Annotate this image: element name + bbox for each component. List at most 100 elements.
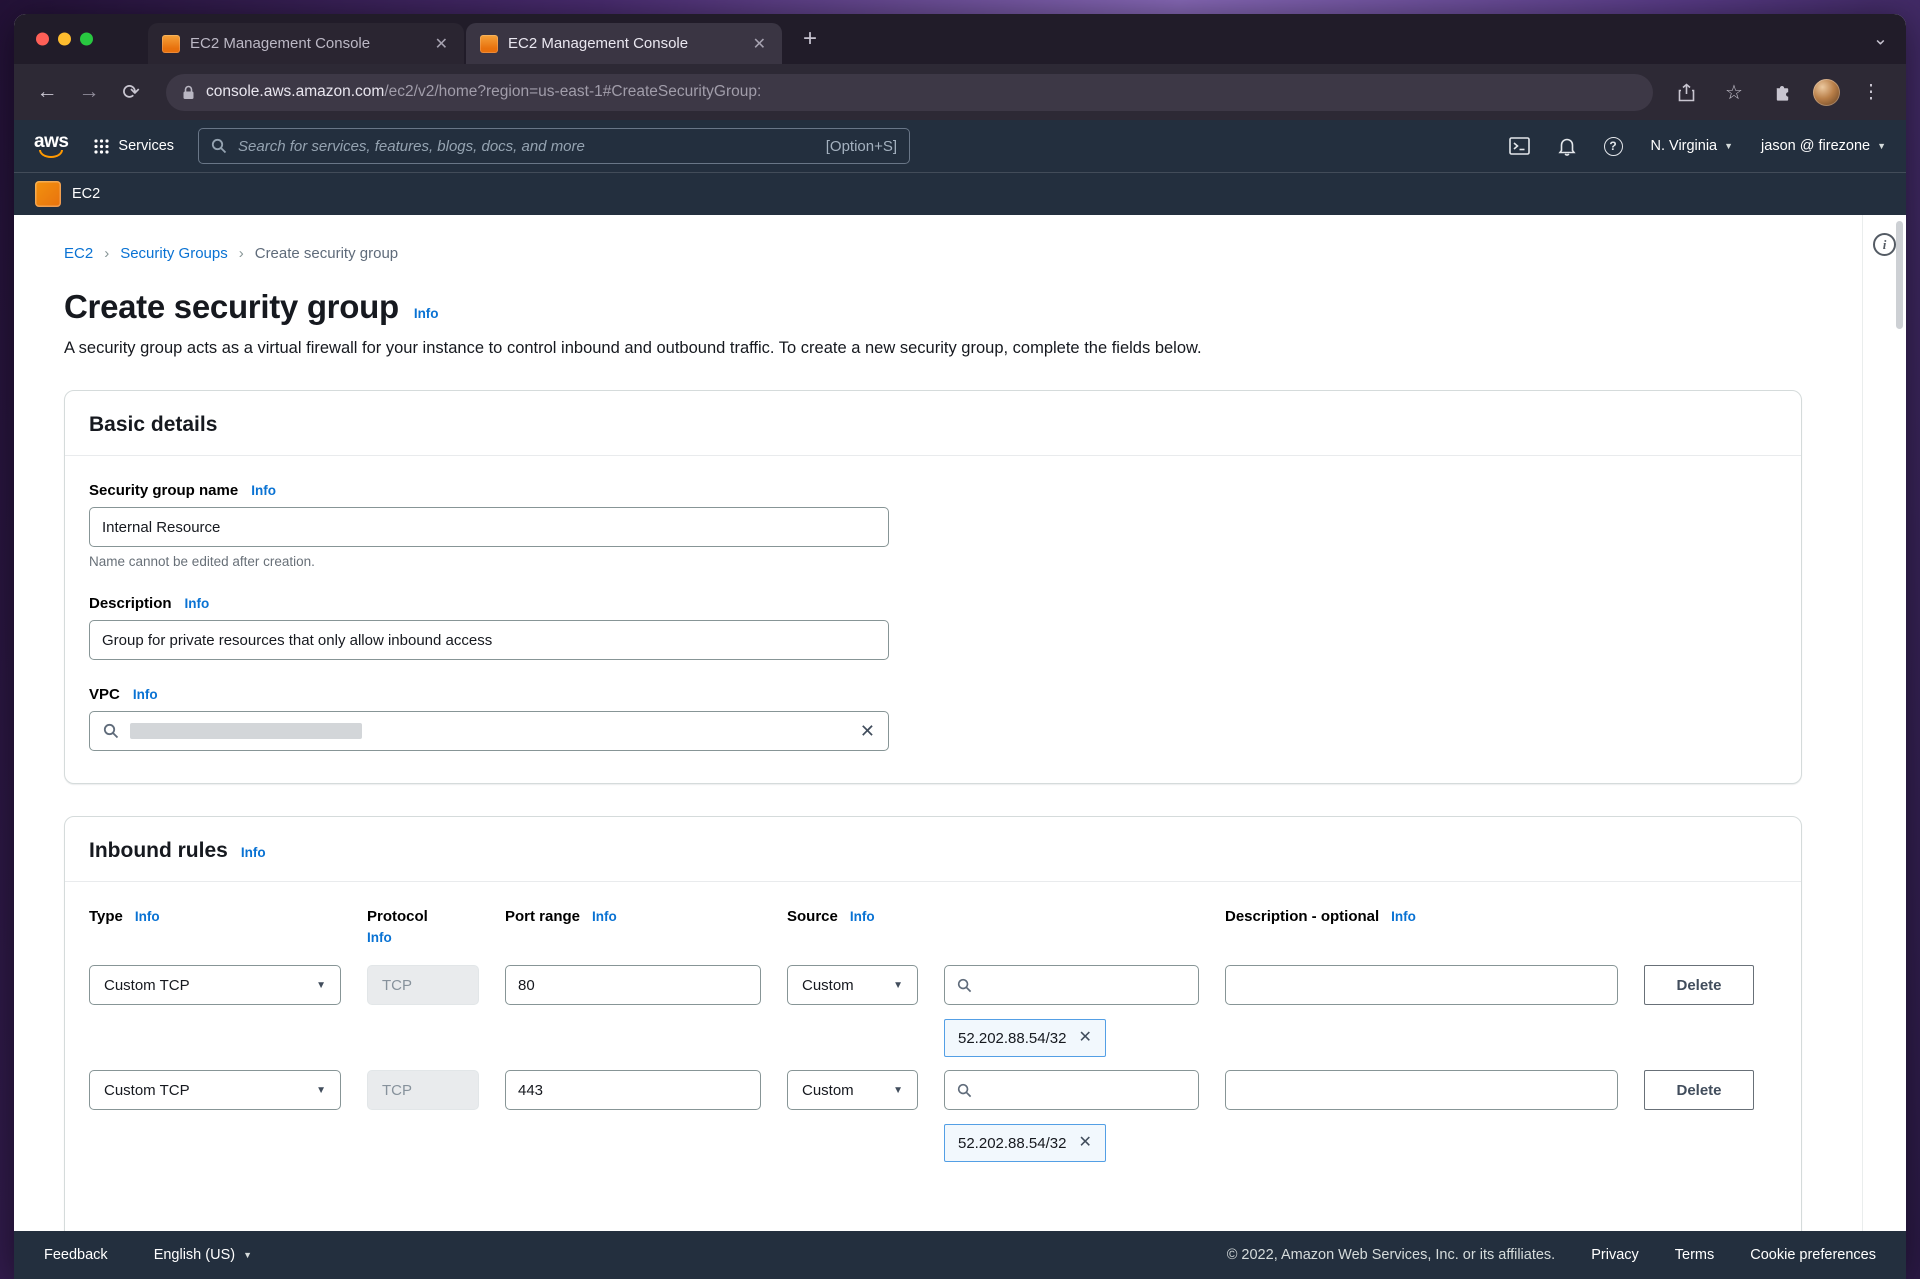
ec2-service-icon[interactable]	[35, 181, 61, 207]
privacy-link[interactable]: Privacy	[1591, 1247, 1639, 1263]
search-icon	[957, 978, 972, 993]
type-info-link[interactable]: Info	[135, 909, 160, 924]
rule-description-input[interactable]	[1225, 965, 1618, 1005]
ec2-service-label[interactable]: EC2	[72, 186, 100, 202]
tab-close-icon[interactable]: ✕	[429, 32, 454, 56]
tools-panel-rail: i	[1862, 215, 1906, 1231]
region-selector[interactable]: N. Virginia ▼	[1651, 138, 1734, 154]
terms-link[interactable]: Terms	[1675, 1247, 1714, 1263]
tab-title: EC2 Management Console	[508, 35, 737, 52]
aws-logo[interactable]: aws	[34, 134, 68, 158]
delete-rule-button[interactable]: Delete	[1644, 965, 1754, 1005]
basic-details-title: Basic details	[89, 413, 217, 437]
delete-rule-button[interactable]: Delete	[1644, 1070, 1754, 1110]
zoom-window-button[interactable]	[80, 33, 93, 46]
browser-menu-kebab-icon[interactable]: ⋮	[1854, 75, 1888, 109]
column-label: Source	[787, 908, 838, 925]
console-search-input[interactable]	[238, 138, 815, 155]
inbound-rules-header: Inbound rules Info	[65, 817, 1801, 882]
vpc-info-link[interactable]: Info	[133, 687, 158, 702]
type-select[interactable]: Custom TCP ▼	[89, 965, 341, 1005]
description-label: Description Info	[89, 595, 1777, 612]
description-info-link[interactable]: Info	[185, 596, 210, 611]
url-domain: console.aws.amazon.com	[206, 83, 384, 100]
search-icon	[103, 723, 119, 739]
column-label: Protocol	[367, 908, 428, 925]
forward-button[interactable]: →	[70, 73, 108, 111]
breadcrumb-separator-icon: ›	[104, 245, 109, 262]
remove-token-icon[interactable]: ✕	[1078, 1135, 1091, 1151]
page-description: A security group acts as a virtual firew…	[64, 339, 1802, 358]
basic-details-card: Basic details Security group name Info N…	[64, 390, 1802, 784]
services-menu-button[interactable]: Services	[90, 132, 178, 160]
console-search[interactable]: [Option+S]	[198, 128, 910, 164]
port-range-input[interactable]	[505, 1070, 761, 1110]
field-label-text: VPC	[89, 686, 120, 703]
reload-button[interactable]: ⟳	[112, 73, 150, 111]
source-cidr-input[interactable]	[982, 977, 1186, 994]
source-search-input[interactable]	[944, 965, 1199, 1005]
minimize-window-button[interactable]	[58, 33, 71, 46]
type-select-value: Custom TCP	[104, 977, 190, 994]
rules-column-headers: Type Info Protocol Info Port range Info	[89, 908, 1777, 945]
bookmark-star-icon[interactable]: ☆	[1717, 75, 1751, 109]
breadcrumb-link-ec2[interactable]: EC2	[64, 245, 93, 262]
protocol-info-link[interactable]: Info	[367, 930, 392, 945]
port-range-input[interactable]	[505, 965, 761, 1005]
tab-title: EC2 Management Console	[190, 35, 419, 52]
breadcrumb-link-security-groups[interactable]: Security Groups	[120, 245, 228, 262]
title-info-link[interactable]: Info	[414, 306, 439, 321]
inbound-rules-info-link[interactable]: Info	[241, 845, 266, 860]
aws-logo-text: aws	[34, 134, 68, 150]
source-cidr-input[interactable]	[982, 1082, 1186, 1099]
browser-tab-active[interactable]: EC2 Management Console ✕	[466, 23, 782, 64]
extensions-puzzle-icon[interactable]	[1765, 75, 1799, 109]
back-button[interactable]: ←	[28, 73, 66, 111]
chevron-down-icon: ▼	[1724, 141, 1733, 151]
security-group-name-label: Security group name Info	[89, 482, 1777, 499]
security-group-name-input[interactable]	[89, 507, 889, 547]
cookie-preferences-link[interactable]: Cookie preferences	[1750, 1247, 1876, 1263]
type-select[interactable]: Custom TCP ▼	[89, 1070, 341, 1110]
browser-tab-inactive[interactable]: EC2 Management Console ✕	[148, 23, 464, 64]
source-mode-select[interactable]: Custom ▼	[787, 1070, 918, 1110]
account-menu[interactable]: jason @ firezone ▼	[1761, 138, 1886, 154]
tab-close-icon[interactable]: ✕	[747, 32, 772, 56]
description-input[interactable]	[89, 620, 889, 660]
feedback-link[interactable]: Feedback	[44, 1247, 108, 1263]
name-info-link[interactable]: Info	[251, 483, 276, 498]
close-window-button[interactable]	[36, 33, 49, 46]
address-bar[interactable]: console.aws.amazon.com/ec2/v2/home?regio…	[166, 74, 1653, 111]
token-value: 52.202.88.54/32	[958, 1135, 1066, 1152]
help-icon[interactable]: ?	[1604, 137, 1623, 156]
name-helper-text: Name cannot be edited after creation.	[89, 554, 1777, 569]
source-search-input[interactable]	[944, 1070, 1199, 1110]
source-token-row: 52.202.88.54/32 ✕	[89, 1019, 1777, 1057]
vpc-clear-icon[interactable]: ✕	[860, 722, 875, 740]
source-mode-select[interactable]: Custom ▼	[787, 965, 918, 1005]
account-label: jason @ firezone	[1761, 138, 1870, 154]
basic-details-body: Security group name Info Name cannot be …	[65, 456, 1801, 783]
description-col-info-link[interactable]: Info	[1391, 909, 1416, 924]
nav-right-controls: ☆ ⋮	[1669, 75, 1892, 109]
cloudshell-terminal-icon[interactable]	[1509, 137, 1530, 155]
vpc-search-input[interactable]: ✕	[89, 711, 889, 751]
column-label: Description - optional	[1225, 908, 1379, 925]
scrollbar-thumb[interactable]	[1896, 221, 1903, 329]
language-label: English (US)	[154, 1247, 235, 1263]
remove-token-icon[interactable]: ✕	[1078, 1030, 1091, 1046]
main-area: EC2 › Security Groups › Create security …	[14, 215, 1862, 1231]
source-cidr-token: 52.202.88.54/32 ✕	[944, 1124, 1106, 1162]
source-info-link[interactable]: Info	[850, 909, 875, 924]
notifications-bell-icon[interactable]	[1558, 137, 1576, 156]
tools-info-icon[interactable]: i	[1873, 233, 1896, 256]
search-shortcut-label: [Option+S]	[826, 138, 897, 155]
profile-avatar[interactable]	[1813, 79, 1840, 106]
new-tab-button[interactable]: +	[794, 23, 826, 55]
language-selector[interactable]: English (US) ▼	[154, 1247, 252, 1263]
tab-search-chevron-icon[interactable]: ⌄	[1873, 29, 1888, 50]
share-icon[interactable]	[1669, 75, 1703, 109]
browser-window: EC2 Management Console ✕ EC2 Management …	[14, 14, 1906, 1279]
rule-description-input[interactable]	[1225, 1070, 1618, 1110]
port-range-info-link[interactable]: Info	[592, 909, 617, 924]
